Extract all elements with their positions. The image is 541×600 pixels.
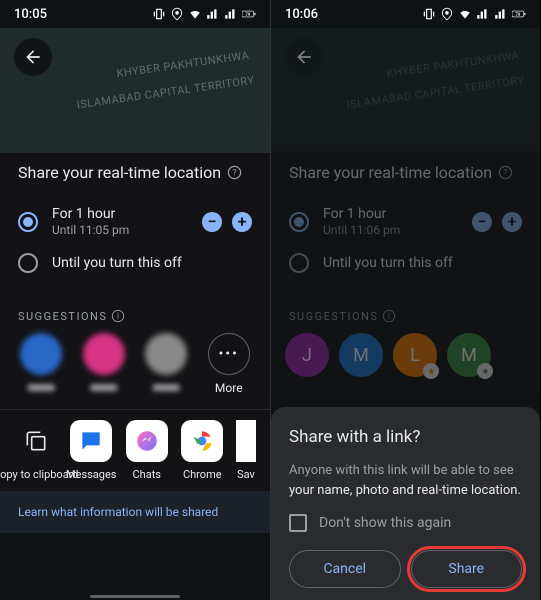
bottom-sheet-dimmed: Share your real-time location ? For 1 ho… — [271, 145, 540, 391]
status-bar: 10:06 79 — [271, 0, 540, 28]
svg-text:79: 79 — [516, 12, 521, 17]
suggestion-more[interactable]: •••More — [202, 333, 257, 395]
nav-handle[interactable] — [90, 595, 180, 598]
app-chrome[interactable]: Chrome — [181, 420, 225, 481]
status-bar: 10:05 79 — [0, 0, 270, 28]
screen-right: 10:06 79 KHYBER PAKHTUNKHWA ISLAMABAD CA… — [270, 0, 540, 600]
status-icons: 79 — [152, 7, 256, 21]
back-button[interactable] — [285, 38, 323, 76]
svg-text:79: 79 — [246, 12, 251, 17]
battery-icon: 79 — [512, 7, 526, 21]
radio-selected — [289, 212, 309, 232]
app-copy[interactable]: Copy to clipboard — [14, 420, 58, 481]
clock: 10:06 — [285, 7, 318, 22]
messenger-icon — [134, 428, 160, 454]
option-sublabel: Until 11:05 pm — [52, 223, 188, 237]
app-messages[interactable]: Messages — [70, 420, 114, 481]
option-label: Until you turn this off — [52, 255, 252, 271]
back-button[interactable] — [14, 38, 52, 76]
share-link-dialog: Share with a link? Anyone with this link… — [271, 407, 540, 600]
messages-icon — [78, 428, 104, 454]
vibrate-icon — [152, 7, 166, 21]
arrow-left-icon — [23, 47, 43, 67]
radio-unselected[interactable] — [18, 253, 38, 273]
learn-link[interactable]: Learn what information will be shared — [0, 491, 270, 533]
svg-text:?: ? — [503, 167, 508, 178]
increase-button: + — [502, 212, 522, 232]
wifi-icon — [458, 7, 472, 21]
map-region-label: ISLAMABAD CAPITAL TERRITORY — [346, 74, 525, 112]
map-region-label: KHYBER PAKHTUNKHWA — [386, 49, 520, 80]
share-button[interactable]: Share — [411, 550, 523, 588]
contacts-row: J M L M — [271, 333, 540, 391]
dialog-body: Anyone with this link will be able to se… — [289, 461, 522, 500]
chrome-icon — [189, 428, 215, 454]
option-until-off: Until you turn this off — [289, 245, 522, 281]
status-icons: 79 — [422, 7, 526, 21]
dialog-title: Share with a link? — [289, 427, 522, 447]
dont-show-again[interactable]: Don't show this again — [289, 514, 522, 532]
suggestions-row: ■■■■ ■■■■ ■■■■ •••More — [0, 333, 270, 409]
suggestions-header: SUGGESTIONS — [18, 310, 107, 323]
help-icon[interactable]: ? — [227, 165, 242, 180]
battery-icon: 79 — [242, 7, 256, 21]
arrow-left-icon — [294, 47, 314, 67]
copy-icon — [23, 428, 49, 454]
suggestion-contact[interactable]: ■■■■ — [77, 333, 132, 395]
screen-left: 10:05 79 KHYBER PAKHTUNKHWA ISLAMABAD CA… — [0, 0, 270, 600]
bottom-sheet: Share your real-time location ? For 1 ho… — [0, 145, 270, 533]
signal-icon-2 — [494, 7, 508, 21]
svg-text:i: i — [117, 312, 119, 321]
decrease-button: − — [472, 212, 492, 232]
option-until-off[interactable]: Until you turn this off — [18, 245, 252, 281]
contact-avatar: J — [285, 333, 329, 377]
app-save[interactable]: Sav — [236, 420, 256, 481]
checkbox-icon[interactable] — [289, 514, 307, 532]
vibrate-icon — [422, 7, 436, 21]
radio-selected[interactable] — [18, 212, 38, 232]
info-icon: i — [382, 309, 396, 323]
option-label: For 1 hour — [52, 206, 188, 222]
signal-icon-2 — [224, 7, 238, 21]
map-region-label: KHYBER PAKHTUNKHWA — [116, 49, 250, 80]
clock: 10:05 — [14, 7, 47, 22]
contact-avatar: L — [393, 333, 437, 377]
apps-row: Copy to clipboard Messages Chats Chrome … — [0, 409, 270, 491]
option-for-duration[interactable]: For 1 hour Until 11:05 pm − + — [18, 198, 252, 245]
increase-button[interactable]: + — [232, 212, 252, 232]
suggestions-header: SUGGESTIONS — [289, 310, 378, 323]
location-icon — [170, 7, 184, 21]
info-icon[interactable]: i — [111, 309, 125, 323]
option-for-duration: For 1 hour Until 11:06 pm − + — [289, 198, 522, 245]
contact-avatar: M — [447, 333, 491, 377]
map-region-label: ISLAMABAD CAPITAL TERRITORY — [76, 74, 255, 112]
wifi-icon — [188, 7, 202, 21]
contact-avatar: M — [339, 333, 383, 377]
app-chats[interactable]: Chats — [125, 420, 169, 481]
svg-text:?: ? — [232, 167, 237, 178]
location-icon — [440, 7, 454, 21]
suggestion-contact[interactable]: ■■■■ — [139, 333, 194, 395]
suggestion-contact[interactable]: ■■■■ — [14, 333, 69, 395]
signal-icon — [206, 7, 220, 21]
radio-unselected — [289, 253, 309, 273]
svg-text:i: i — [388, 312, 390, 321]
sheet-title: Share your real-time location — [289, 163, 492, 182]
help-icon: ? — [498, 165, 513, 180]
signal-icon — [476, 7, 490, 21]
sheet-title: Share your real-time location — [18, 163, 221, 182]
cancel-button[interactable]: Cancel — [289, 550, 401, 588]
decrease-button[interactable]: − — [202, 212, 222, 232]
